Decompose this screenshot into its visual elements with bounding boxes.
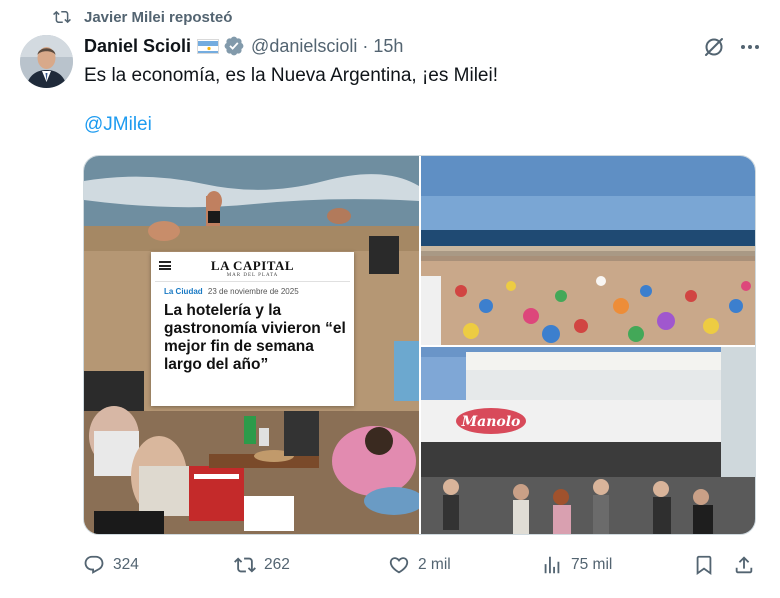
beach-photo-left[interactable]: LA CAPITAL MAR DEL PLATA La Ciudad 23 de…	[84, 156, 419, 534]
grok-icon[interactable]	[702, 35, 726, 59]
argentina-flag-icon	[197, 38, 220, 54]
repost-label: Javier Milei reposteó	[84, 8, 233, 26]
repost-count: 262	[264, 556, 290, 573]
bookmark-button[interactable]	[693, 553, 715, 577]
news-logo-sub: MAR DEL PLATA	[226, 273, 279, 278]
tweet-text: Es la economía, es la Nueva Argentina, ¡…	[84, 65, 498, 86]
author-handle[interactable]: @danielscioli	[251, 36, 357, 57]
repost-button[interactable]: 262	[234, 553, 290, 577]
media-grid: LA CAPITAL MAR DEL PLATA La Ciudad 23 de…	[83, 155, 756, 535]
share-button[interactable]	[733, 553, 755, 577]
repost-icon	[53, 10, 71, 24]
reply-count: 324	[113, 556, 139, 573]
beach-photo-top-right[interactable]	[421, 156, 755, 345]
views-icon	[544, 556, 560, 574]
news-divider	[155, 281, 350, 282]
post-time[interactable]: 15h	[373, 36, 403, 57]
storefront-sign: Manolo	[461, 414, 521, 430]
avatar[interactable]	[20, 35, 73, 88]
action-bar: 324 262 2 mil 75 mil	[83, 553, 763, 577]
verified-badge-icon	[224, 36, 244, 56]
author-display-name[interactable]: Daniel Scioli	[84, 36, 191, 57]
news-headline: La hotelería y la gastronomía vivieron “…	[164, 302, 346, 373]
like-button[interactable]: 2 mil	[388, 553, 451, 577]
restaurant-photo[interactable]: Manolo	[421, 347, 755, 534]
like-count: 2 mil	[418, 556, 451, 573]
news-card: LA CAPITAL MAR DEL PLATA La Ciudad 23 de…	[151, 252, 354, 406]
news-logo: LA CAPITAL	[210, 258, 295, 273]
news-date: 23 de noviembre de 2025	[207, 287, 299, 296]
heart-icon	[389, 557, 409, 574]
separator: ·	[362, 35, 369, 56]
reply-icon	[84, 555, 104, 574]
reply-button[interactable]: 324	[83, 553, 139, 577]
news-meta: La Ciudad 23 de noviembre de 2025	[164, 287, 299, 296]
tweet-header: Daniel Scioli @danielscioli · 15h	[84, 35, 403, 57]
news-section: La Ciudad	[164, 287, 203, 296]
more-options-icon[interactable]	[738, 35, 762, 59]
top-actions	[702, 35, 762, 59]
repost-icon	[234, 557, 256, 573]
repost-context[interactable]: Javier Milei reposteó	[52, 8, 232, 26]
bookmark-icon	[696, 555, 712, 576]
views-button[interactable]: 75 mil	[541, 553, 612, 577]
views-count: 75 mil	[571, 556, 613, 573]
mention-link[interactable]: @JMilei	[84, 114, 152, 136]
share-icon	[735, 556, 753, 574]
